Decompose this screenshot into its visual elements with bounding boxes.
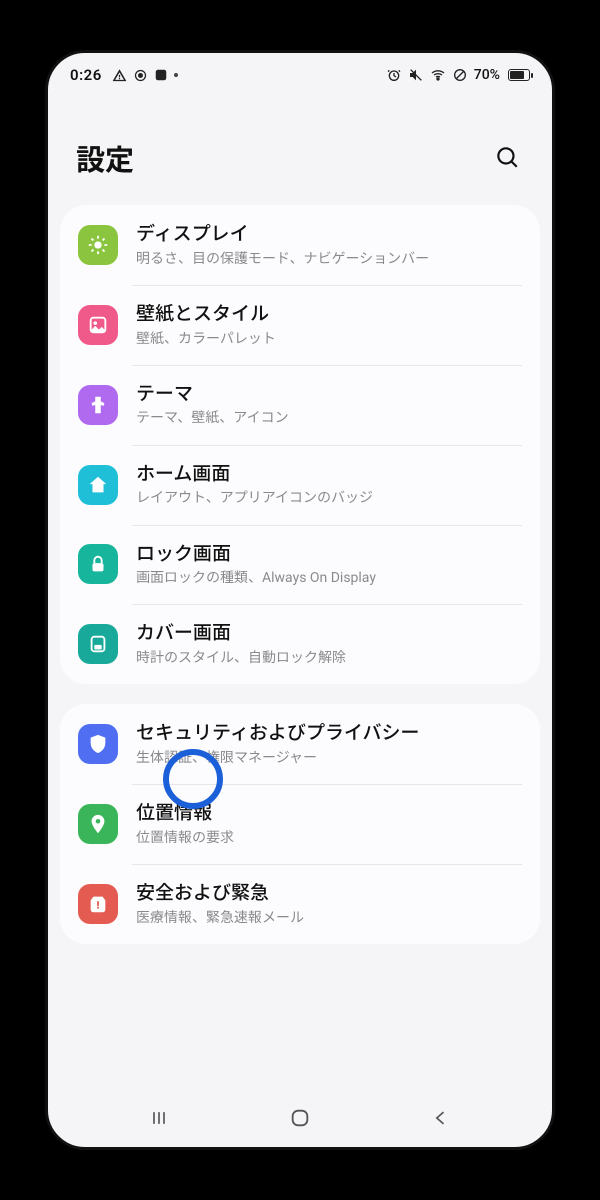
lock-icon <box>78 544 118 584</box>
app-badge-icon <box>154 68 168 82</box>
home-nav-icon <box>289 1107 311 1133</box>
battery-icon <box>508 69 530 81</box>
row-subtitle: テーマ、壁紙、アイコン <box>136 409 522 427</box>
display-icon <box>78 225 118 265</box>
alarm-icon <box>386 67 402 83</box>
search-button[interactable] <box>490 141 524 175</box>
recents-icon <box>147 1108 171 1132</box>
cover-screen-icon <box>78 624 118 664</box>
warning-icon <box>112 68 127 83</box>
settings-row-security[interactable]: セキュリティおよびプライバシー 生体認証、権限マネージャー <box>60 704 540 784</box>
row-subtitle: 位置情報の要求 <box>136 829 522 847</box>
settings-group-display: ディスプレイ 明るさ、目の保護モード、ナビゲーションバー 壁紙とスタイル 壁紙、… <box>60 205 540 684</box>
security-icon <box>78 724 118 764</box>
settings-row-display[interactable]: ディスプレイ 明るさ、目の保護モード、ナビゲーションバー <box>60 205 540 285</box>
settings-row-lock[interactable]: ロック画面 画面ロックの種類、Always On Display <box>60 525 540 605</box>
row-title: セキュリティおよびプライバシー <box>136 721 522 746</box>
home-icon <box>78 465 118 505</box>
row-subtitle: 画面ロックの種類、Always On Display <box>136 569 522 587</box>
more-notifications-dot <box>174 73 178 77</box>
row-subtitle: 生体認証、権限マネージャー <box>136 749 522 767</box>
back-icon <box>431 1108 451 1132</box>
row-title: 安全および緊急 <box>136 881 522 906</box>
page-header: 設定 <box>48 97 552 205</box>
row-subtitle: 壁紙、カラーパレット <box>136 330 522 348</box>
battery-percent: 70% <box>474 67 500 83</box>
status-time: 0:26 <box>70 66 102 84</box>
home-button[interactable] <box>280 1100 320 1140</box>
settings-row-safety[interactable]: 安全および緊急 医療情報、緊急速報メール <box>60 864 540 944</box>
location-icon <box>78 804 118 844</box>
wallpaper-icon <box>78 305 118 345</box>
settings-row-cover[interactable]: カバー画面 時計のスタイル、自動ロック解除 <box>60 604 540 684</box>
row-title: ホーム画面 <box>136 462 522 487</box>
settings-scroll[interactable]: ディスプレイ 明るさ、目の保護モード、ナビゲーションバー 壁紙とスタイル 壁紙、… <box>48 205 552 1093</box>
row-subtitle: 明るさ、目の保護モード、ナビゲーションバー <box>136 250 522 268</box>
recents-button[interactable] <box>139 1100 179 1140</box>
safety-icon <box>78 884 118 924</box>
status-bar: 0:26 70% <box>48 53 552 97</box>
back-button[interactable] <box>421 1100 461 1140</box>
row-subtitle: レイアウト、アプリアイコンのバッジ <box>136 489 522 507</box>
navigation-bar <box>48 1093 552 1147</box>
row-title: ロック画面 <box>136 542 522 567</box>
row-subtitle: 医療情報、緊急速報メール <box>136 909 522 927</box>
page-title: 設定 <box>76 137 134 179</box>
settings-row-theme[interactable]: テーマ テーマ、壁紙、アイコン <box>60 365 540 445</box>
row-subtitle: 時計のスタイル、自動ロック解除 <box>136 649 522 667</box>
phone-frame: 0:26 70% <box>45 50 555 1150</box>
settings-group-security: セキュリティおよびプライバシー 生体認証、権限マネージャー 位置情報 位置情報の… <box>60 704 540 944</box>
settings-row-location[interactable]: 位置情報 位置情報の要求 <box>60 784 540 864</box>
mute-icon <box>408 67 424 83</box>
theme-icon <box>78 385 118 425</box>
row-title: 壁紙とスタイル <box>136 302 522 327</box>
target-icon <box>133 68 148 83</box>
settings-row-wallpaper[interactable]: 壁紙とスタイル 壁紙、カラーパレット <box>60 285 540 365</box>
row-title: 位置情報 <box>136 801 522 826</box>
no-sim-icon <box>452 67 468 83</box>
settings-row-home[interactable]: ホーム画面 レイアウト、アプリアイコンのバッジ <box>60 445 540 525</box>
row-title: ディスプレイ <box>136 222 522 247</box>
row-title: テーマ <box>136 382 522 407</box>
search-icon <box>494 144 520 173</box>
row-title: カバー画面 <box>136 621 522 646</box>
wifi-icon <box>430 67 446 83</box>
